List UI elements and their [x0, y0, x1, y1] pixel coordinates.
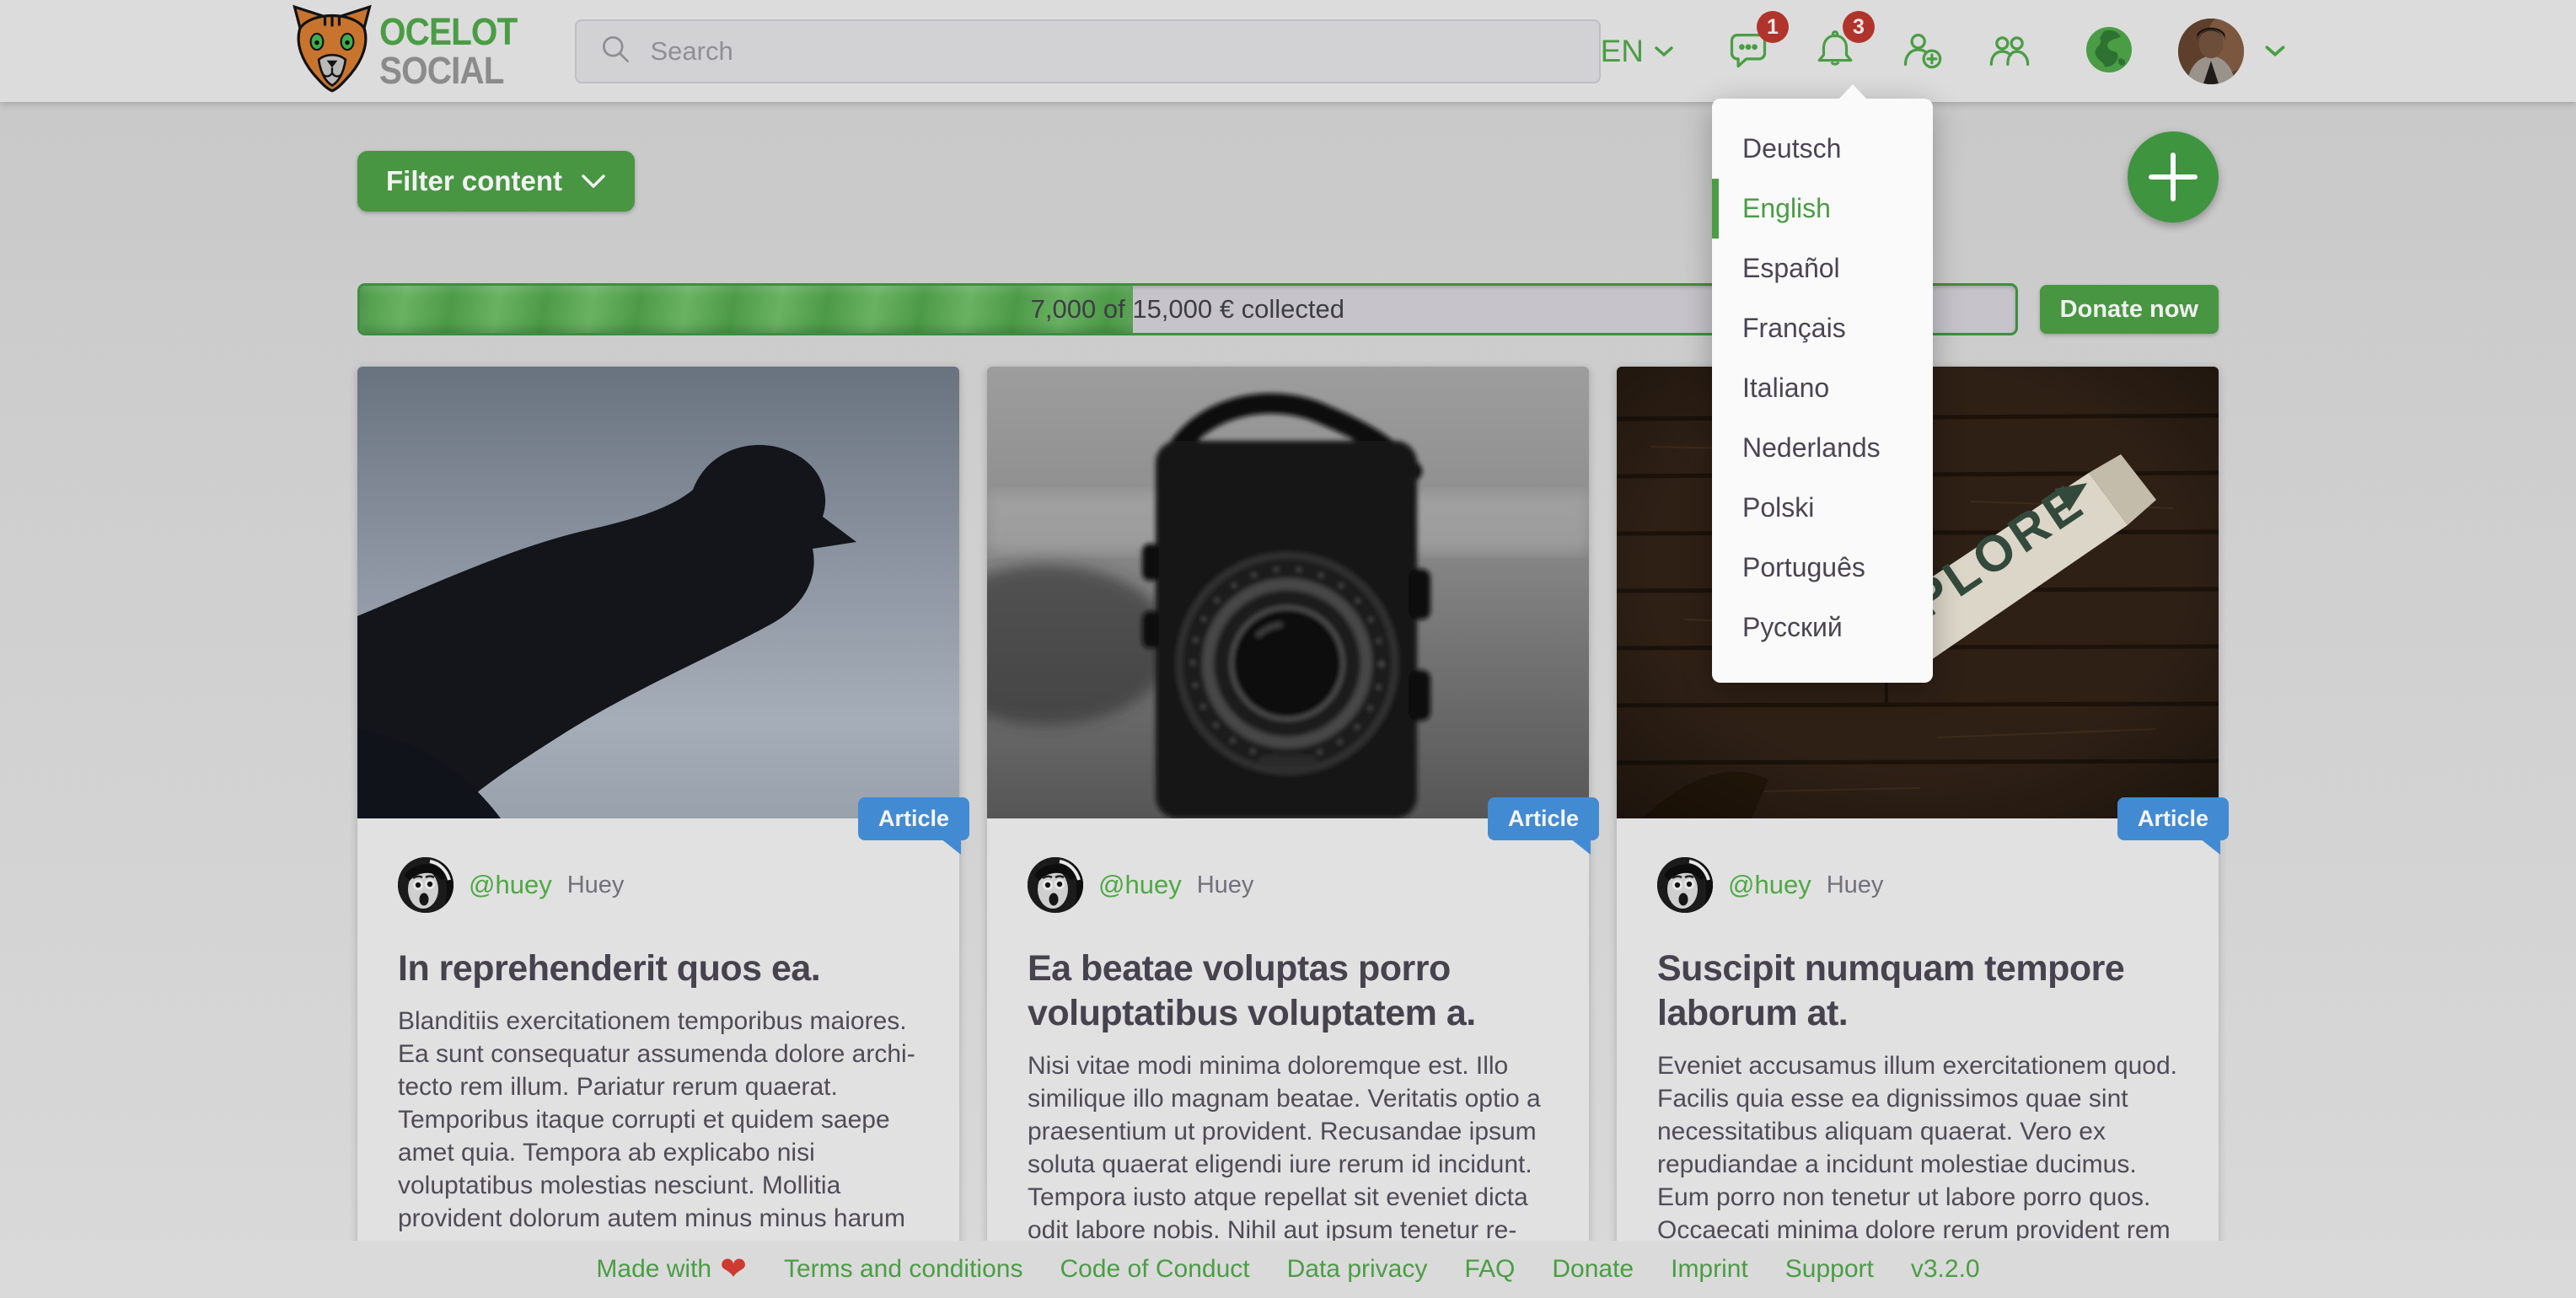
post-category-badge: Article	[1488, 797, 1599, 840]
author-avatar	[1657, 857, 1713, 913]
search-icon	[598, 32, 632, 70]
author-username[interactable]: @huey	[1098, 870, 1182, 900]
author-display-name: Huey	[1827, 872, 1884, 899]
language-item-español[interactable]: Español	[1712, 239, 1933, 298]
post-image[interactable]: Article	[987, 367, 1589, 818]
notifications-button[interactable]: 3	[1814, 28, 1856, 74]
notifications-count-badge: 3	[1843, 11, 1875, 43]
camera-photo	[987, 367, 1589, 818]
post-image[interactable]: Article	[357, 367, 959, 818]
language-item-português[interactable]: Português	[1712, 538, 1933, 598]
made-with-label: Made with	[596, 1255, 711, 1284]
profile-avatar[interactable]	[2178, 19, 2244, 84]
language-code: EN	[1601, 34, 1644, 69]
heart-icon: ❤	[720, 1257, 747, 1282]
language-item-polski[interactable]: Polski	[1712, 478, 1933, 538]
footer-link[interactable]: Terms and conditions	[784, 1255, 1022, 1284]
footer-link[interactable]: FAQ	[1464, 1255, 1515, 1284]
language-item-nederlands[interactable]: Nederlands	[1712, 418, 1933, 478]
post-card[interactable]: Article	[357, 367, 959, 1298]
post-card[interactable]: Article	[987, 367, 1589, 1298]
group-icon	[1988, 28, 2031, 74]
version-label: v3.2.0	[1911, 1255, 1980, 1284]
post-title[interactable]: In reprehenderit quos ea.	[398, 947, 919, 991]
map-globe-button[interactable]	[2084, 24, 2134, 78]
author-display-name: Huey	[567, 872, 625, 899]
language-dropdown-menu: DeutschEnglishEspañolFrançaisItalianoNed…	[1712, 99, 1933, 683]
language-item-english[interactable]: English	[1712, 179, 1933, 239]
app-logo-text: OCELOT SOCIAL	[379, 13, 517, 90]
plus-icon	[2148, 152, 2198, 202]
footer-link[interactable]: Data privacy	[1287, 1255, 1428, 1284]
author-username[interactable]: @huey	[1728, 870, 1811, 900]
post-author[interactable]: @huey Huey	[1028, 857, 1548, 913]
post-title[interactable]: Suscipit numquam tempore laborum at.	[1657, 947, 2178, 1036]
messages-button[interactable]: 1	[1726, 28, 1770, 74]
language-item-français[interactable]: Français	[1712, 298, 1933, 358]
footer-links: Terms and conditions Code of Conduct Data …	[784, 1255, 1874, 1284]
main-content: Filter content 7,000 of 15,000 € collect…	[0, 102, 2576, 1298]
language-item-italiano[interactable]: Italiano	[1712, 358, 1933, 418]
post-category-badge: Article	[2117, 797, 2229, 840]
footer: Made with ❤ Terms and conditions Code of …	[0, 1241, 2576, 1298]
author-username[interactable]: @huey	[469, 870, 552, 900]
app-logo[interactable]: OCELOT SOCIAL	[292, 4, 533, 98]
filter-content-label: Filter content	[386, 165, 562, 197]
footer-link[interactable]: Imprint	[1671, 1255, 1748, 1284]
messages-count-badge: 1	[1757, 11, 1789, 43]
header-actions: EN 1 3	[1601, 19, 2286, 84]
globe-icon	[2084, 24, 2134, 78]
post-category-badge: Article	[858, 797, 969, 840]
invite-user-button[interactable]	[1900, 28, 1944, 74]
create-post-button[interactable]	[2128, 131, 2219, 223]
footer-link[interactable]: Code of Conduct	[1060, 1255, 1249, 1284]
profile-menu-chevron-icon[interactable]	[2264, 44, 2286, 58]
person-add-icon	[1900, 28, 1944, 74]
chevron-down-icon	[581, 173, 606, 190]
footer-link[interactable]: Donate	[1552, 1255, 1634, 1284]
language-item-русский[interactable]: Русский	[1712, 598, 1933, 657]
filter-content-button[interactable]: Filter content	[357, 151, 635, 212]
post-feed: Article	[357, 367, 2219, 1298]
language-toggle-button[interactable]: EN	[1601, 34, 1674, 69]
post-author[interactable]: @huey Huey	[398, 857, 919, 913]
chevron-down-icon	[1654, 45, 1674, 58]
post-title[interactable]: Ea beatae voluptas porro voluptati­bus v…	[1028, 947, 1548, 1036]
post-author[interactable]: @huey Huey	[1657, 857, 2178, 913]
author-avatar	[398, 857, 453, 913]
search-bar	[575, 19, 1601, 83]
author-display-name: Huey	[1197, 872, 1254, 899]
language-item-deutsch[interactable]: Deutsch	[1712, 119, 1933, 179]
made-with-link[interactable]: Made with ❤	[596, 1255, 747, 1284]
ocelot-logo-icon	[292, 4, 373, 98]
bird-photo	[357, 367, 959, 818]
groups-button[interactable]	[1988, 28, 2031, 74]
top-navigation-bar: OCELOT SOCIAL EN 1	[0, 0, 2576, 102]
footer-link[interactable]: Support	[1785, 1255, 1874, 1284]
search-input[interactable]	[651, 36, 1577, 67]
author-avatar	[1028, 857, 1083, 913]
donate-now-button[interactable]: Donate now	[2040, 285, 2219, 334]
